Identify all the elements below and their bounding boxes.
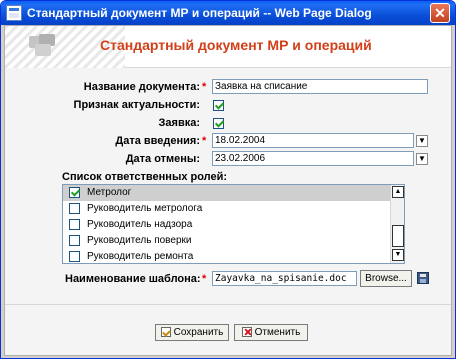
list-item[interactable]: Руководитель метролога — [63, 201, 391, 217]
logo-icon — [25, 32, 65, 62]
list-item[interactable]: Руководитель ремонта — [63, 249, 391, 263]
save-button-label: Сохранить — [173, 327, 224, 338]
dialog-body: Стандартный документ МР и операций Назва… — [4, 25, 452, 356]
divider — [5, 304, 451, 305]
window-title: Стандартный документ МР и операций -- We… — [27, 6, 372, 20]
cancel-button[interactable]: Отменить — [234, 324, 308, 341]
request-checkbox[interactable] — [213, 118, 224, 129]
cancel-icon — [241, 327, 252, 337]
list-item[interactable]: Руководитель надзора — [63, 217, 391, 233]
date-cancel-input[interactable]: 23.02.2006 — [212, 151, 414, 166]
doc-name-input[interactable]: Заявка на списание — [212, 79, 428, 94]
window-icon — [6, 5, 22, 21]
role-checkbox[interactable] — [69, 187, 80, 198]
role-label: Руководитель метролога — [87, 203, 203, 214]
save-icon — [160, 327, 171, 337]
date-in-label: Дата введения: — [115, 135, 200, 147]
chevron-down-icon[interactable]: ▼ — [416, 153, 428, 165]
role-checkbox[interactable] — [69, 203, 80, 214]
roles-label: Список ответственных ролей: — [62, 171, 228, 183]
date-cancel-label: Дата отмены: — [125, 153, 200, 165]
role-checkbox[interactable] — [69, 235, 80, 246]
title-bar[interactable]: Стандартный документ МР и операций -- We… — [1, 1, 455, 25]
template-label: Наименование шаблона: — [65, 273, 201, 285]
actual-checkbox[interactable] — [213, 100, 224, 111]
page-title: Стандартный документ МР и операций — [100, 37, 372, 53]
close-button[interactable]: ✕ — [430, 3, 450, 23]
cancel-button-label: Отменить — [254, 327, 301, 338]
header-banner: Стандартный документ МР и операций — [5, 26, 451, 68]
actual-label: Признак актуальности: — [73, 99, 200, 111]
role-label: Метролог — [87, 187, 132, 198]
required-marker: * — [202, 135, 207, 147]
scroll-down-icon[interactable]: ▼ — [392, 249, 404, 261]
dialog-window: Стандартный документ МР и операций -- We… — [0, 0, 456, 359]
disk-icon[interactable] — [417, 272, 429, 284]
request-label: Заявка: — [158, 117, 200, 129]
role-label: Руководитель надзора — [87, 219, 193, 230]
required-marker: * — [202, 81, 207, 93]
list-item[interactable]: Руководитель поверки — [63, 233, 391, 249]
role-checkbox[interactable] — [69, 219, 80, 230]
template-file-input[interactable]: Zayavka_na_spisanie.doc — [212, 271, 357, 286]
role-label: Руководитель ремонта — [87, 251, 194, 262]
date-in-input[interactable]: 18.02.2004 — [212, 133, 414, 148]
browse-button[interactable]: Browse... — [360, 270, 412, 287]
role-label: Руководитель поверки — [87, 235, 192, 246]
list-item[interactable]: Метролог — [63, 185, 391, 201]
save-button[interactable]: Сохранить — [155, 324, 229, 341]
roles-list[interactable]: Метролог Руководитель метролога Руководи… — [62, 184, 405, 264]
doc-name-label: Название документа: — [83, 81, 200, 93]
role-checkbox[interactable] — [69, 251, 80, 262]
chevron-down-icon[interactable]: ▼ — [416, 135, 428, 147]
scroll-up-icon[interactable]: ▲ — [392, 186, 404, 198]
roles-scrollbar[interactable]: ▲ ▼ — [390, 185, 404, 263]
required-marker: * — [202, 273, 207, 285]
scroll-thumb[interactable] — [392, 225, 404, 247]
